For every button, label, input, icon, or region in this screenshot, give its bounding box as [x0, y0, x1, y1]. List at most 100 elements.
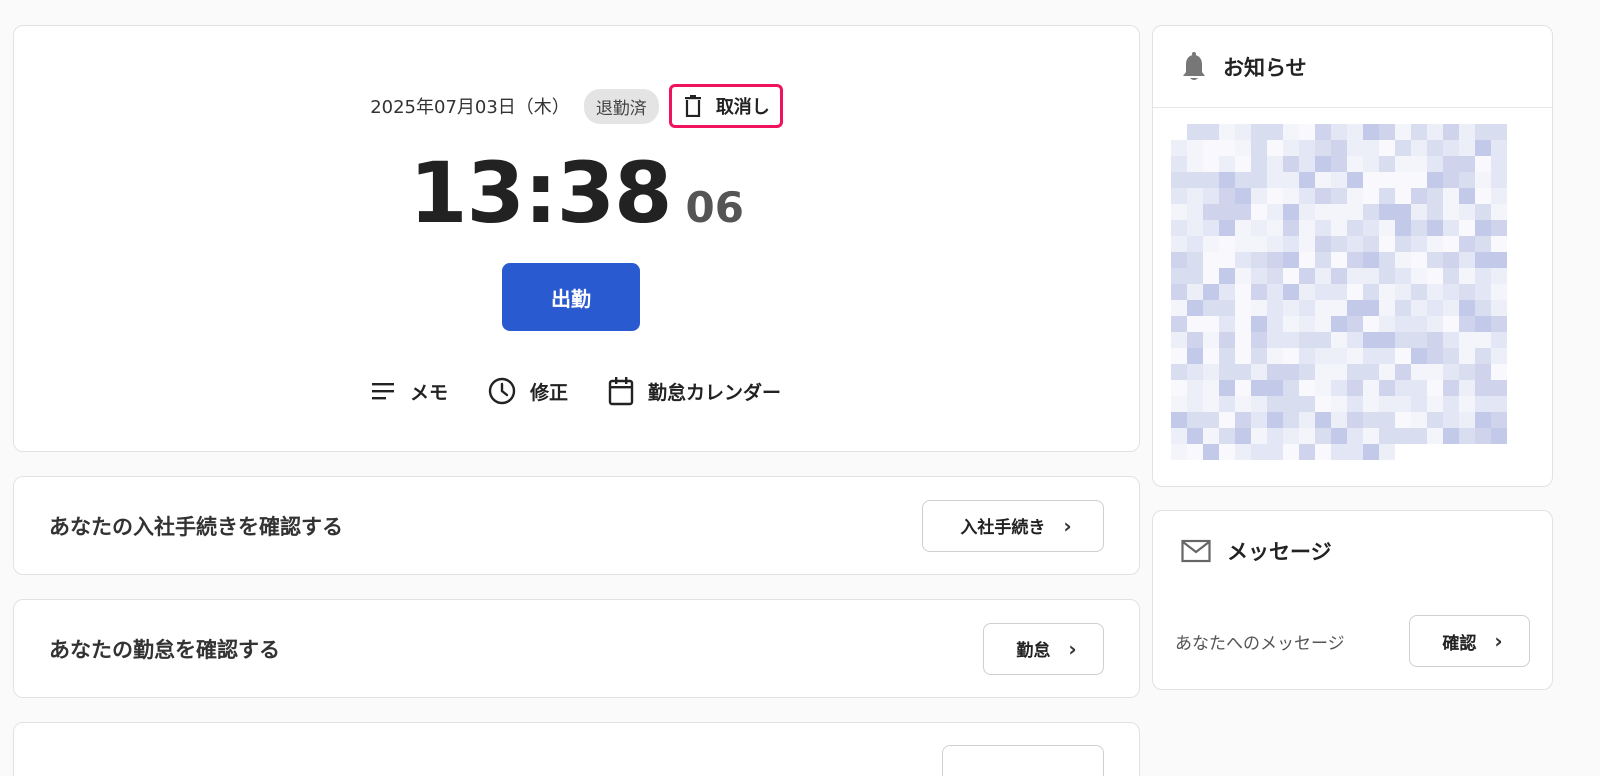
mosaic-cell [1475, 412, 1491, 428]
mosaic-cell [1171, 156, 1187, 172]
clock-in-button[interactable]: 出勤 [502, 263, 640, 331]
attendance-calendar-button[interactable]: 勤怠カレンダー [608, 376, 781, 406]
mail-icon [1181, 539, 1211, 563]
mosaic-cell [1315, 428, 1331, 444]
mosaic-cell [1203, 156, 1219, 172]
mosaic-cell [1363, 236, 1379, 252]
mosaic-cell [1171, 300, 1187, 316]
mosaic-cell [1251, 412, 1267, 428]
news-header: お知らせ [1153, 26, 1552, 108]
mosaic-cell [1427, 364, 1443, 380]
current-date: 2025年07月03日（木） [370, 97, 570, 118]
mosaic-cell [1331, 316, 1347, 332]
mosaic-cell [1315, 444, 1331, 460]
mosaic-cell [1235, 156, 1251, 172]
mosaic-cell [1459, 188, 1475, 204]
correct-button[interactable]: 修正 [488, 377, 568, 405]
messages-card: メッセージ あなたへのメッセージ 確認 › [1152, 510, 1553, 690]
mosaic-cell [1363, 204, 1379, 220]
mosaic-cell [1171, 236, 1187, 252]
mosaic-cell [1491, 412, 1507, 428]
mosaic-cell [1363, 348, 1379, 364]
mosaic-cell [1347, 124, 1363, 140]
mosaic-cell [1251, 172, 1267, 188]
mosaic-cell [1187, 124, 1203, 140]
confirm-messages-button[interactable]: 確認 › [1409, 615, 1530, 667]
mosaic-cell [1203, 220, 1219, 236]
mosaic-cell [1459, 300, 1475, 316]
mosaic-cell [1475, 236, 1491, 252]
mosaic-cell [1219, 300, 1235, 316]
mosaic-cell [1475, 188, 1491, 204]
mosaic-cell [1331, 444, 1347, 460]
mosaic-cell [1475, 140, 1491, 156]
onboarding-button[interactable]: 入社手続き › [922, 499, 1104, 552]
mosaic-cell [1203, 124, 1219, 140]
mosaic-cell [1315, 332, 1331, 348]
mosaic-cell [1459, 220, 1475, 236]
mosaic-cell [1411, 364, 1427, 380]
mosaic-cell [1187, 396, 1203, 412]
mosaic-cell [1171, 348, 1187, 364]
mosaic-cell [1203, 348, 1219, 364]
mosaic-cell [1315, 348, 1331, 364]
attendance-button[interactable]: 勤怠 › [983, 622, 1104, 675]
mosaic-cell [1475, 220, 1491, 236]
mosaic-cell [1331, 396, 1347, 412]
mosaic-cell [1379, 204, 1395, 220]
mosaic-cell [1299, 428, 1315, 444]
mosaic-cell [1363, 140, 1379, 156]
mosaic-cell [1267, 332, 1283, 348]
cancel-button[interactable]: 取消し [668, 84, 783, 128]
mosaic-cell [1283, 316, 1299, 332]
mosaic-cell [1491, 172, 1507, 188]
mosaic-cell [1459, 204, 1475, 220]
mosaic-cell [1219, 172, 1235, 188]
mosaic-cell [1475, 252, 1491, 268]
mosaic-cell [1379, 396, 1395, 412]
clock-seconds: 06 [685, 183, 744, 232]
mosaic-cell [1235, 220, 1251, 236]
mosaic-cell [1299, 300, 1315, 316]
mosaic-cell [1459, 284, 1475, 300]
mosaic-cell [1251, 124, 1267, 140]
mosaic-cell [1379, 428, 1395, 444]
partial-card-button[interactable] [942, 745, 1104, 776]
mosaic-cell [1203, 236, 1219, 252]
mosaic-cell [1443, 348, 1459, 364]
mosaic-cell [1491, 284, 1507, 300]
mosaic-cell [1331, 172, 1347, 188]
mosaic-cell [1379, 332, 1395, 348]
mosaic-cell [1443, 364, 1459, 380]
mosaic-cell [1299, 204, 1315, 220]
chevron-right-icon: › [1068, 636, 1077, 661]
memo-button[interactable]: メモ [371, 378, 448, 405]
mosaic-cell [1171, 444, 1187, 460]
mosaic-cell [1299, 252, 1315, 268]
mosaic-cell [1331, 284, 1347, 300]
mosaic-cell [1475, 172, 1491, 188]
mosaic-cell [1427, 268, 1443, 284]
chevron-right-icon: › [1063, 513, 1072, 538]
mosaic-cell [1459, 380, 1475, 396]
mosaic-cell [1235, 252, 1251, 268]
mosaic-cell [1443, 188, 1459, 204]
mosaic-cell [1267, 220, 1283, 236]
mosaic-cell [1331, 380, 1347, 396]
mosaic-cell [1411, 188, 1427, 204]
mosaic-cell [1331, 188, 1347, 204]
mosaic-cell [1443, 396, 1459, 412]
mosaic-cell [1427, 188, 1443, 204]
mosaic-cell [1363, 428, 1379, 444]
bell-icon [1183, 52, 1205, 80]
mosaic-cell [1443, 332, 1459, 348]
mosaic-cell [1267, 284, 1283, 300]
mosaic-cell [1491, 268, 1507, 284]
mosaic-cell [1395, 124, 1411, 140]
attendance-button-label: 勤怠 [1016, 641, 1051, 661]
mosaic-cell [1395, 284, 1411, 300]
mosaic-cell [1443, 124, 1459, 140]
mosaic-cell [1219, 444, 1235, 460]
mosaic-cell [1475, 332, 1491, 348]
mosaic-cell [1267, 396, 1283, 412]
